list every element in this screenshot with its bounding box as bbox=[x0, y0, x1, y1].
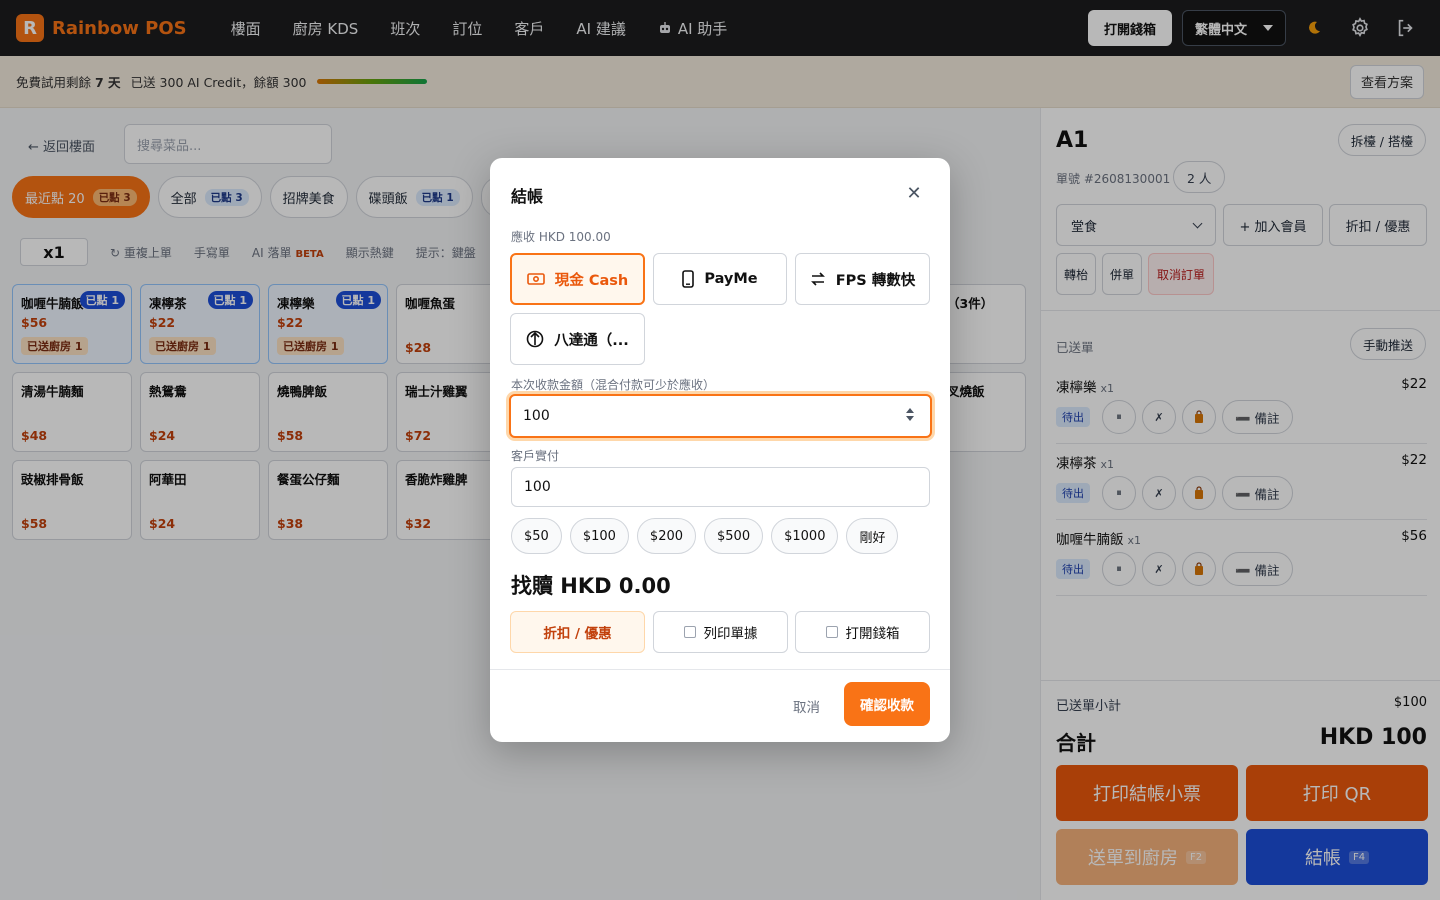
checkbox-label: 打開錢箱 bbox=[845, 626, 900, 642]
stepper-icon[interactable] bbox=[906, 408, 914, 421]
quick-amount-button[interactable]: $50 bbox=[511, 518, 562, 554]
exact-amount-button[interactable]: 剛好 bbox=[846, 518, 899, 554]
amount-input[interactable]: 100 bbox=[509, 394, 932, 438]
checkout-modal: 結帳 ✕ 應收 HKD 100.00 現金 Cash PayMe FPS 轉數快… bbox=[490, 158, 950, 742]
pay-method-label: 八達通（... bbox=[554, 332, 629, 349]
quick-amount-button[interactable]: $200 bbox=[636, 518, 697, 554]
transfer-icon bbox=[810, 272, 825, 286]
amount-due: 應收 HKD 100.00 bbox=[511, 230, 611, 244]
print-receipt-checkbox[interactable]: 列印單據 bbox=[653, 611, 788, 653]
tendered-value: 100 bbox=[524, 479, 551, 495]
quick-amount-button[interactable]: $100 bbox=[569, 518, 629, 554]
modal-title: 結帳 bbox=[511, 187, 544, 206]
change-amount: 找贖 HKD 0.00 bbox=[511, 574, 671, 598]
tendered-label: 客戶實付 bbox=[511, 449, 560, 463]
close-icon[interactable]: ✕ bbox=[906, 185, 922, 203]
confirm-payment-button[interactable]: 確認收款 bbox=[844, 682, 930, 726]
pay-method-fps[interactable]: FPS 轉數快 bbox=[795, 253, 930, 305]
pay-method-octopus[interactable]: 八達通（... bbox=[510, 313, 645, 365]
pay-method-payme[interactable]: PayMe bbox=[653, 253, 787, 305]
amount-label: 本次收款金額（混合付款可少於應收） bbox=[511, 378, 716, 392]
cash-icon bbox=[526, 273, 545, 285]
pay-method-cash[interactable]: 現金 Cash bbox=[510, 253, 645, 305]
pay-method-label: FPS 轉數快 bbox=[835, 272, 916, 289]
octopus-icon bbox=[526, 330, 544, 348]
open-drawer-checkbox[interactable]: 打開錢箱 bbox=[795, 611, 930, 653]
checkbox-label: 列印單據 bbox=[703, 626, 758, 642]
divider bbox=[490, 669, 950, 670]
phone-icon bbox=[682, 270, 695, 288]
quick-amount-button[interactable]: $500 bbox=[704, 518, 764, 554]
amount-value: 100 bbox=[523, 408, 550, 424]
quick-amounts: $50 $100 $200 $500 $1000 剛好 bbox=[511, 518, 899, 554]
checkbox-icon bbox=[683, 626, 696, 638]
quick-amount-button[interactable]: $1000 bbox=[771, 518, 839, 554]
checkbox-icon bbox=[825, 626, 838, 638]
pay-method-label: PayMe bbox=[704, 271, 758, 287]
tendered-input[interactable]: 100 bbox=[511, 467, 930, 507]
cancel-button[interactable]: 取消 bbox=[793, 696, 820, 716]
pay-method-label: 現金 Cash bbox=[554, 272, 629, 289]
modal-discount-button[interactable]: 折扣 / 優惠 bbox=[510, 611, 645, 653]
